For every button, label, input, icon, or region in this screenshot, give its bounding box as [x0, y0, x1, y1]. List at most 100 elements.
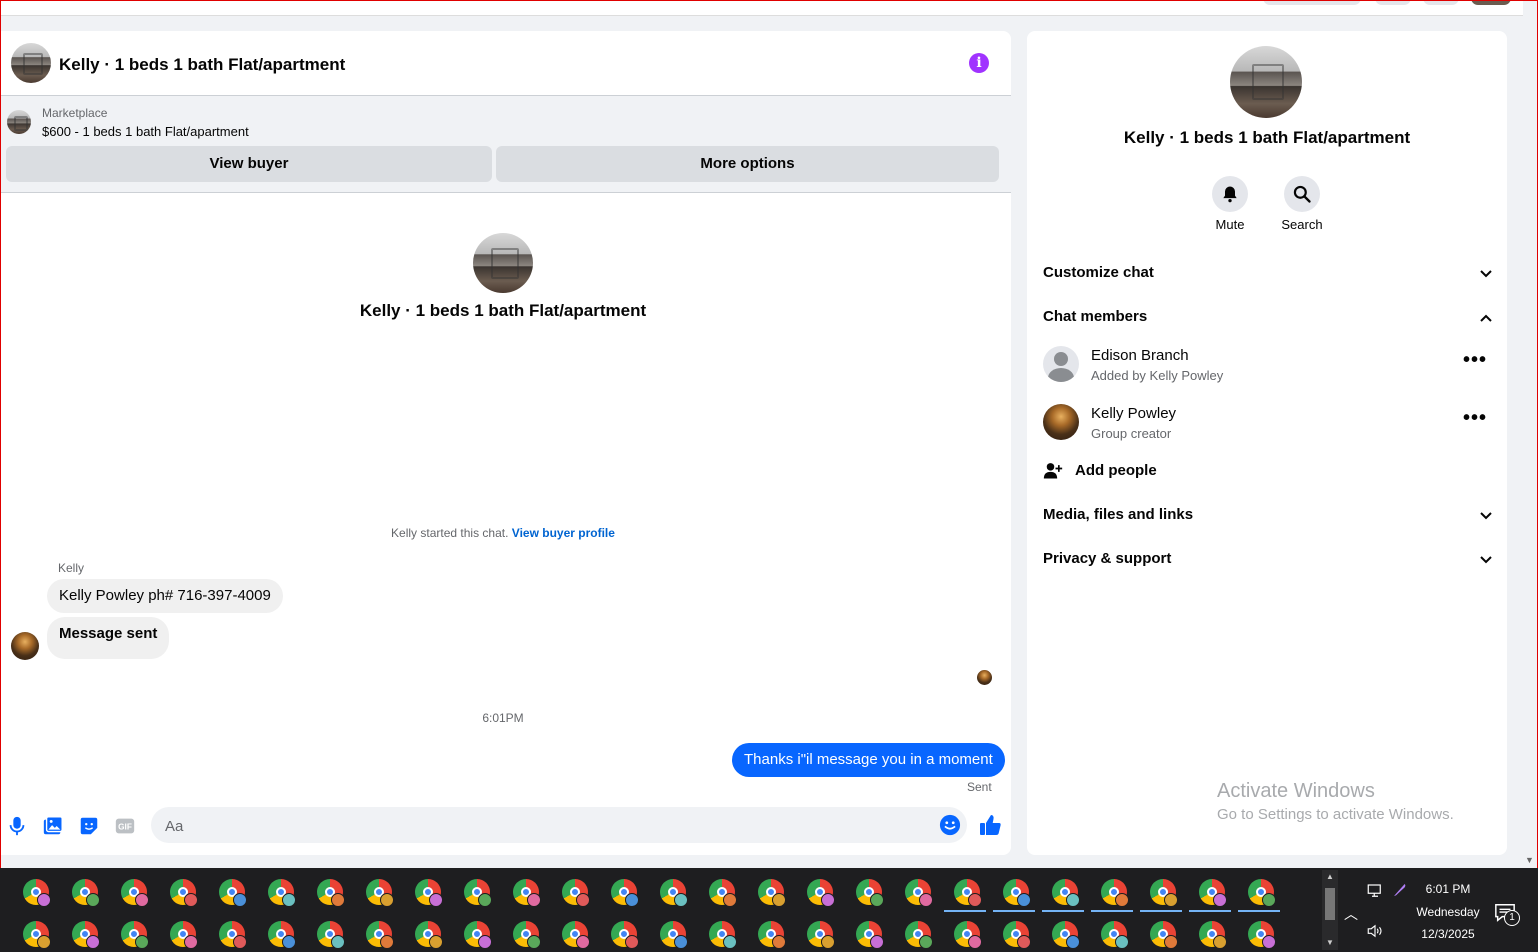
more-options-icon[interactable]: ••• — [1463, 350, 1487, 370]
emoji-icon[interactable] — [939, 814, 961, 836]
chrome-profile-icon[interactable] — [23, 879, 51, 907]
listing-avatar[interactable] — [11, 43, 51, 83]
listing-thumbnail[interactable] — [7, 110, 31, 134]
chrome-profile-icon[interactable] — [1101, 879, 1129, 907]
chrome-profile-icon[interactable] — [660, 879, 688, 907]
chrome-profile-icon[interactable] — [121, 921, 149, 949]
view-buyer-button[interactable]: View buyer — [6, 146, 492, 182]
chrome-profile-icon[interactable] — [709, 879, 737, 907]
thumbs-up-icon[interactable] — [978, 813, 1002, 837]
chrome-profile-icon[interactable] — [170, 879, 198, 907]
member-row[interactable]: Edison Branch Added by Kelly Powley ••• — [1027, 343, 1507, 387]
gif-icon[interactable]: GIF — [114, 815, 136, 837]
chrome-profile-icon[interactable] — [415, 879, 443, 907]
chrome-profile-icon[interactable] — [1052, 879, 1080, 907]
chat-title[interactable]: Kelly · 1 beds 1 bath Flat/apartment — [59, 55, 345, 75]
scroll-down-arrow-icon[interactable]: ▼ — [1525, 855, 1534, 865]
member-row[interactable]: Kelly Powley Group creator ••• — [1027, 401, 1507, 445]
chrome-profile-icon[interactable] — [562, 921, 590, 949]
incoming-message[interactable]: Kelly Powley ph# 716-397-4009 — [47, 579, 283, 613]
top-menu-button[interactable] — [1375, 0, 1411, 5]
chrome-profile-icon[interactable] — [219, 921, 247, 949]
customize-chat-row[interactable]: Customize chat — [1043, 264, 1493, 288]
microphone-icon[interactable] — [6, 815, 28, 837]
chrome-profile-icon[interactable] — [464, 921, 492, 949]
chrome-profile-icon[interactable] — [513, 921, 541, 949]
listing-title[interactable]: $600 - 1 beds 1 bath Flat/apartment — [42, 124, 249, 139]
chrome-profile-icon[interactable] — [513, 879, 541, 907]
chrome-profile-icon[interactable] — [856, 921, 884, 949]
chrome-profile-icon[interactable] — [72, 879, 100, 907]
show-hidden-icons-chevron-icon[interactable]: ︿ — [1344, 904, 1358, 924]
add-people-row[interactable]: Add people — [1043, 460, 1343, 484]
taskbar-scroll-thumb[interactable] — [1325, 888, 1335, 920]
more-options-button[interactable]: More options — [496, 146, 999, 182]
clock-time[interactable]: 6:01 PM — [1410, 882, 1486, 896]
network-icon[interactable] — [1366, 882, 1384, 900]
sender-avatar[interactable] — [11, 632, 39, 660]
chrome-profile-icon[interactable] — [72, 921, 100, 949]
chrome-profile-icon[interactable] — [905, 879, 933, 907]
mute-button[interactable] — [1212, 176, 1248, 212]
chrome-profile-icon[interactable] — [23, 921, 51, 949]
top-notifications-button[interactable] — [1423, 0, 1459, 5]
chrome-profile-icon[interactable] — [1052, 921, 1080, 949]
page-scrollbar[interactable] — [1524, 1, 1537, 867]
chrome-profile-icon[interactable] — [660, 921, 688, 949]
chrome-profile-icon[interactable] — [1199, 921, 1227, 949]
chrome-profile-icon[interactable] — [170, 921, 198, 949]
chrome-profile-icon[interactable] — [317, 879, 345, 907]
view-buyer-profile-link[interactable]: View buyer profile — [512, 526, 615, 540]
clock-date[interactable]: 12/3/2025 — [1410, 927, 1486, 941]
chat-members-row[interactable]: Chat members — [1043, 308, 1493, 332]
chrome-profile-icon[interactable] — [1101, 921, 1129, 949]
info-icon[interactable]: i — [969, 53, 989, 73]
chrome-profile-icon[interactable] — [219, 879, 247, 907]
chrome-profile-icon[interactable] — [954, 879, 982, 907]
chrome-profile-icon[interactable] — [268, 921, 296, 949]
chrome-profile-icon[interactable] — [268, 879, 296, 907]
media-files-links-row[interactable]: Media, files and links — [1043, 506, 1493, 530]
photo-icon[interactable] — [42, 815, 64, 837]
chrome-profile-icon[interactable] — [1003, 921, 1031, 949]
chrome-profile-icon[interactable] — [1199, 879, 1227, 907]
chrome-profile-icon[interactable] — [856, 879, 884, 907]
top-profile-avatar[interactable] — [1471, 0, 1511, 5]
chrome-profile-icon[interactable] — [1003, 879, 1031, 907]
chrome-profile-icon[interactable] — [954, 921, 982, 949]
scroll-down-icon[interactable]: ▼ — [1326, 938, 1334, 947]
chrome-profile-icon[interactable] — [758, 879, 786, 907]
chrome-profile-icon[interactable] — [1248, 921, 1276, 949]
pen-icon[interactable] — [1392, 882, 1408, 898]
incoming-message[interactable]: Message sent — [47, 617, 170, 659]
chrome-profile-icon[interactable] — [611, 921, 639, 949]
chrome-profile-icon[interactable] — [366, 921, 394, 949]
chrome-profile-icon[interactable] — [121, 879, 149, 907]
chrome-profile-icon[interactable] — [758, 921, 786, 949]
clock-day[interactable]: Wednesday — [1410, 905, 1486, 919]
chrome-profile-icon[interactable] — [905, 921, 933, 949]
chrome-profile-icon[interactable] — [1150, 879, 1178, 907]
chrome-profile-icon[interactable] — [611, 879, 639, 907]
message-input[interactable] — [163, 807, 927, 845]
top-search-pill[interactable] — [1263, 0, 1361, 5]
details-avatar[interactable] — [1230, 46, 1302, 118]
chrome-profile-icon[interactable] — [366, 879, 394, 907]
chrome-profile-icon[interactable] — [807, 921, 835, 949]
chrome-profile-icon[interactable] — [415, 921, 443, 949]
chrome-profile-icon[interactable] — [562, 879, 590, 907]
outgoing-message[interactable]: Thanks i"il message you in a moment — [732, 743, 1005, 777]
chrome-profile-icon[interactable] — [464, 879, 492, 907]
chrome-profile-icon[interactable] — [317, 921, 345, 949]
sticker-icon[interactable] — [78, 815, 100, 837]
chrome-profile-icon[interactable] — [709, 921, 737, 949]
privacy-support-row[interactable]: Privacy & support — [1043, 550, 1493, 574]
chrome-profile-icon[interactable] — [1150, 921, 1178, 949]
chrome-profile-icon[interactable] — [1248, 879, 1276, 907]
volume-icon[interactable] — [1366, 922, 1384, 940]
chrome-profile-icon[interactable] — [807, 879, 835, 907]
taskbar-scrollbar[interactable]: ▲ ▼ — [1322, 870, 1338, 950]
scroll-up-icon[interactable]: ▲ — [1326, 872, 1334, 881]
search-button[interactable] — [1284, 176, 1320, 212]
more-options-icon[interactable]: ••• — [1463, 408, 1487, 428]
